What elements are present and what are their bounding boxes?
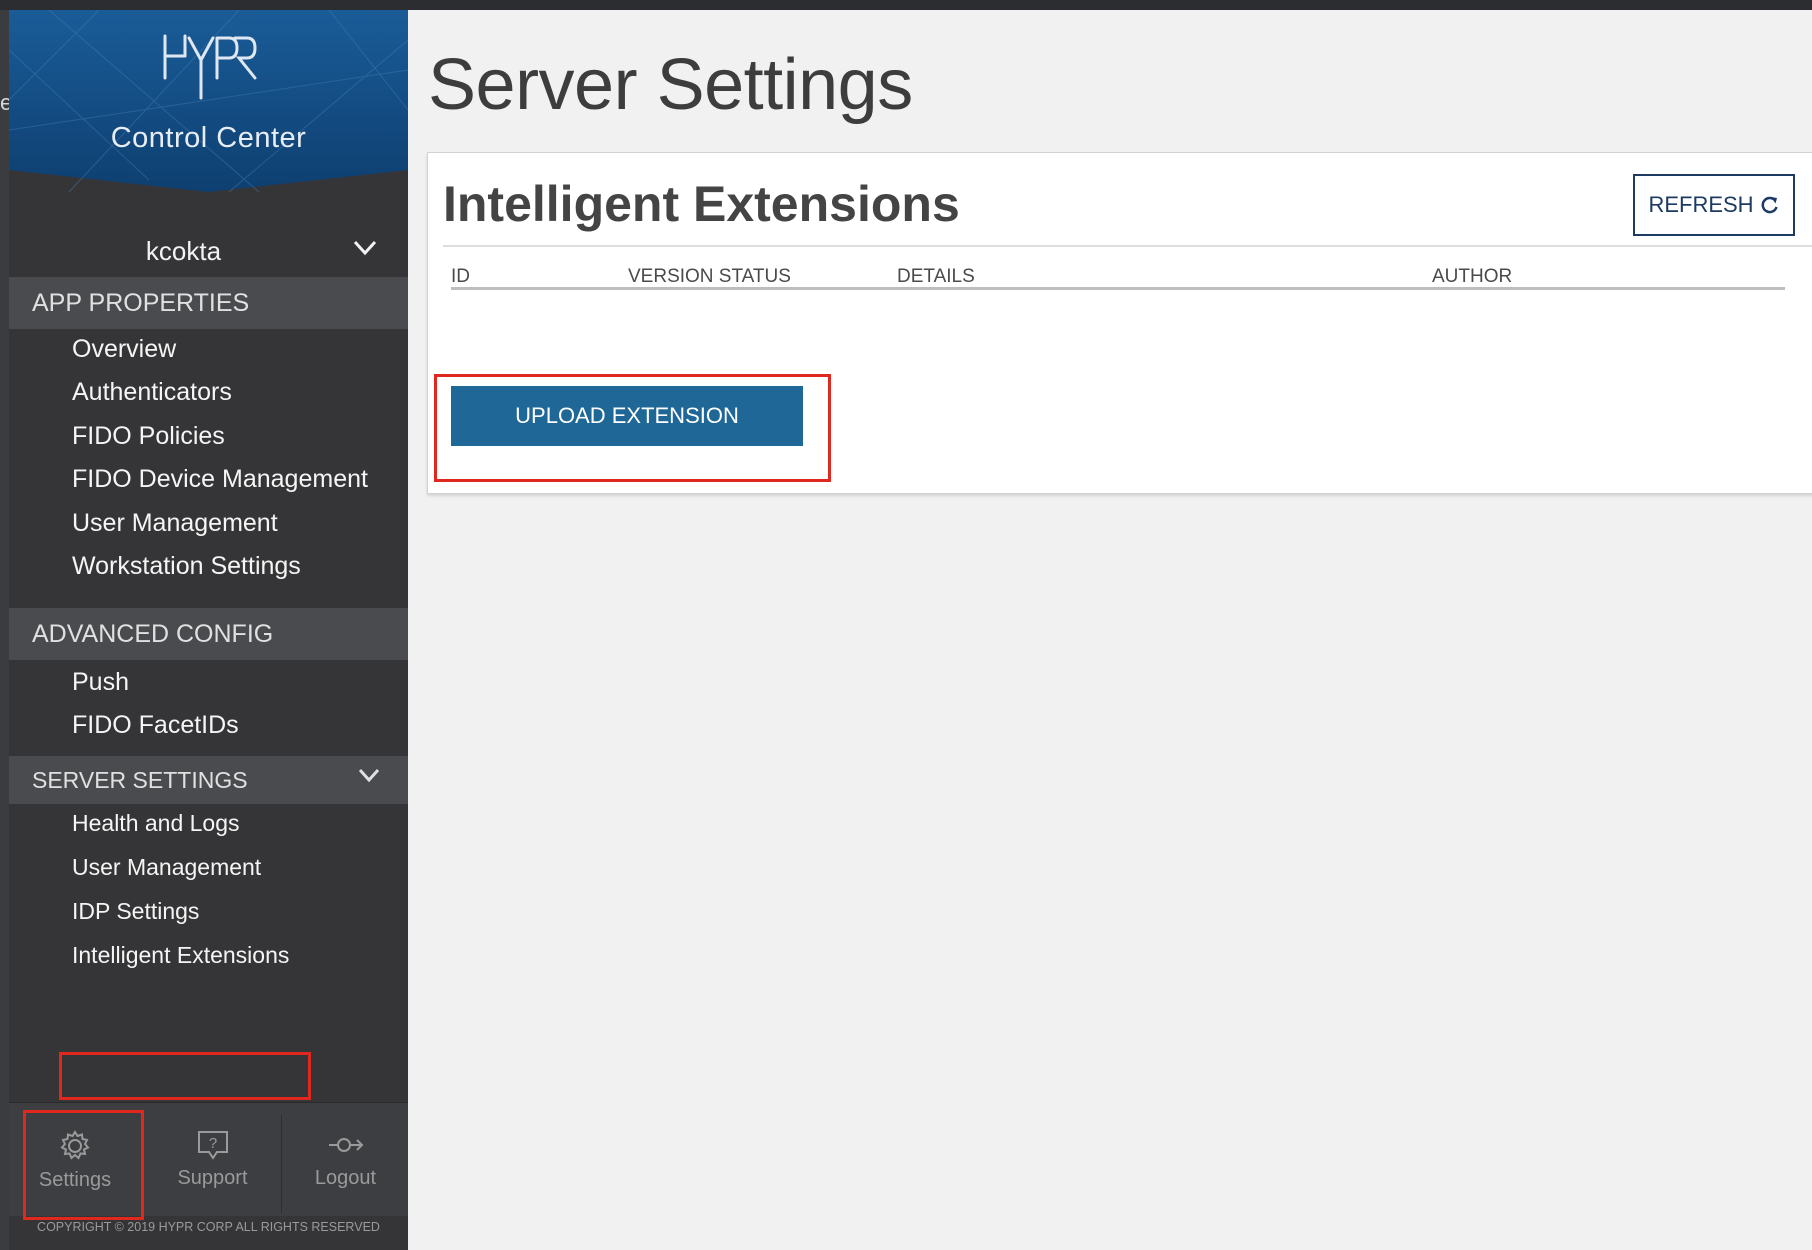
sidebar-item-user-management[interactable]: User Management <box>72 509 278 538</box>
sidebar-item-overview[interactable]: Overview <box>72 335 176 364</box>
sidebar-item-workstation-settings[interactable]: Workstation Settings <box>72 552 301 581</box>
main-content: Server Settings Intelligent Extensions R… <box>408 10 1812 1250</box>
logout-icon <box>328 1138 363 1152</box>
page-title: Server Settings <box>428 45 913 125</box>
support-label: Support <box>177 1167 248 1189</box>
hypr-logo-mark <box>163 34 257 100</box>
sidebar-item-fido-facetids[interactable]: FIDO FacetIDs <box>72 711 239 740</box>
copyright-text: COPYRIGHT © 2019 HYPR CORP ALL RIGHTS RE… <box>37 1220 380 1234</box>
column-header-details: DETAILS <box>897 266 975 287</box>
sidebar-item-authenticators[interactable]: Authenticators <box>72 378 232 407</box>
background-window-edge: e <box>0 10 12 1250</box>
section-header-server-settings[interactable]: SERVER SETTINGS <box>9 756 408 804</box>
sidebar-item-idp-settings[interactable]: IDP Settings <box>72 898 199 925</box>
chevron-down-icon[interactable] <box>358 768 380 784</box>
highlight-box-upload <box>434 374 831 482</box>
refresh-label: REFRESH <box>1648 192 1754 217</box>
table-header-rule <box>451 287 1785 290</box>
logo-header: Control Center <box>9 10 408 192</box>
help-chat-icon: ? <box>197 1131 228 1160</box>
intelligent-extensions-card: Intelligent Extensions REFRESH ID VERSIO… <box>427 152 1812 494</box>
section-header-label: SERVER SETTINGS <box>32 767 248 793</box>
chevron-down-icon[interactable] <box>353 240 377 256</box>
sidebar-item-push[interactable]: Push <box>72 668 129 697</box>
column-header-author: AUTHOR <box>1432 266 1513 287</box>
sidebar-item-server-user-management[interactable]: User Management <box>72 854 261 881</box>
logout-label: Logout <box>314 1167 377 1189</box>
refresh-icon <box>1761 196 1778 214</box>
sidebar-item-fido-device-management[interactable]: FIDO Device Management <box>72 465 368 494</box>
logout-button[interactable]: Logout <box>283 1103 408 1217</box>
svg-text:?: ? <box>208 1135 216 1152</box>
refresh-button[interactable]: REFRESH <box>1633 174 1795 236</box>
window-top-bar <box>0 0 1812 10</box>
column-header-version-status: VERSION STATUS <box>628 266 791 287</box>
username: kcokta <box>145 236 222 266</box>
footer-divider <box>281 1115 282 1213</box>
column-header-id: ID <box>451 266 470 287</box>
highlight-box-intelligent-extensions <box>59 1052 311 1100</box>
sidebar-item-health-and-logs[interactable]: Health and Logs <box>72 810 240 837</box>
hypr-logo <box>9 26 408 109</box>
sidebar-item-intelligent-extensions[interactable]: Intelligent Extensions <box>72 942 289 969</box>
card-title: Intelligent Extensions <box>443 176 960 232</box>
card-divider <box>443 245 1812 247</box>
logo-subtitle: Control Center <box>110 122 307 154</box>
sidebar-item-fido-policies[interactable]: FIDO Policies <box>72 422 225 451</box>
support-button[interactable]: ? Support <box>145 1103 280 1217</box>
section-header-advanced-config[interactable]: ADVANCED CONFIG <box>9 608 408 660</box>
section-header-app-properties[interactable]: APP PROPERTIES <box>9 277 408 329</box>
sidebar: Control Center kcokta APP PROPERTIES Ove… <box>9 10 408 1250</box>
highlight-box-settings <box>23 1110 144 1220</box>
